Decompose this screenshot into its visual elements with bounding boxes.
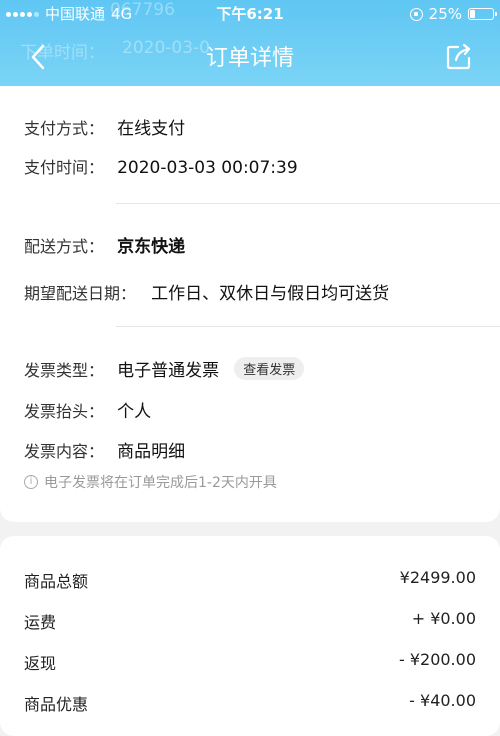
summary-amount: ¥2499.00	[399, 568, 476, 587]
invoice-type-row: 发票类型： 电子普通发票 查看发票	[24, 356, 305, 381]
divider	[116, 326, 500, 327]
status-bar: 中国联通 4G 下午6:21 25%	[0, 0, 500, 28]
summary-row-total: 商品总额 ¥2499.00	[24, 568, 476, 592]
invoice-note-text: 电子发票将在订单完成后1-2天内开具	[44, 475, 277, 491]
battery-icon	[468, 8, 497, 20]
payment-time-row: 支付时间： 2020-03-03 00:07:39	[24, 154, 298, 178]
battery-percent: 25%	[428, 5, 462, 23]
summary-row-shipping: 运费 + ¥0.00	[24, 609, 476, 633]
divider	[116, 203, 500, 204]
summary-label: 商品总额	[24, 572, 89, 591]
payment-method-value: 在线支付	[117, 119, 186, 139]
summary-row-cashback: 返现 - ¥200.00	[24, 650, 476, 674]
invoice-content-row: 发票内容： 商品明细	[24, 437, 185, 462]
summary-row-discount: 商品优惠 - ¥40.00	[24, 691, 476, 715]
payment-time-value: 2020-03-03 00:07:39	[117, 158, 298, 178]
header: 067796 下单时间： 2020-03-0 中国联通 4G 下午6:21 25…	[0, 0, 500, 86]
delivery-method-value: 京东快递	[117, 237, 186, 257]
summary-label: 商品优惠	[24, 695, 89, 714]
summary-amount: + ¥0.00	[411, 609, 476, 628]
delivery-date-row: 期望配送日期： 工作日、双休日与假日均可送货	[24, 279, 389, 304]
order-info-card: 支付方式： 在线支付 支付时间： 2020-03-03 00:07:39 配送方…	[0, 86, 500, 522]
payment-method-label: 支付方式：	[24, 119, 105, 138]
share-icon[interactable]	[444, 42, 474, 72]
invoice-type-label: 发票类型：	[24, 361, 105, 380]
nav-bar: 订单详情	[0, 28, 500, 86]
delivery-method-row: 配送方式： 京东快递	[24, 232, 185, 257]
payment-method-row: 支付方式： 在线支付	[24, 114, 185, 139]
rotation-lock-icon	[409, 7, 423, 21]
invoice-title-value: 个人	[117, 402, 152, 422]
price-summary-card: 商品总额 ¥2499.00 运费 + ¥0.00 返现 - ¥200.00 商品…	[0, 536, 500, 736]
payment-time-label: 支付时间：	[24, 158, 105, 177]
delivery-date-label: 期望配送日期：	[24, 284, 137, 303]
invoice-title-label: 发票抬头：	[24, 402, 105, 421]
invoice-type-value: 电子普通发票	[117, 361, 220, 381]
delivery-method-label: 配送方式：	[24, 237, 105, 256]
invoice-note: i 电子发票将在订单完成后1-2天内开具	[24, 472, 277, 492]
summary-label: 返现	[24, 654, 57, 673]
summary-amount: - ¥40.00	[409, 691, 476, 710]
delivery-date-value: 工作日、双休日与假日均可送货	[151, 284, 390, 304]
view-invoice-button[interactable]: 查看发票	[234, 357, 305, 380]
invoice-content-label: 发票内容：	[24, 442, 105, 461]
summary-label: 运费	[24, 613, 57, 632]
invoice-content-value: 商品明细	[117, 442, 186, 462]
page-title: 订单详情	[205, 46, 294, 71]
info-icon: i	[24, 475, 38, 489]
summary-amount: - ¥200.00	[398, 650, 476, 669]
invoice-title-row: 发票抬头： 个人	[24, 397, 151, 422]
